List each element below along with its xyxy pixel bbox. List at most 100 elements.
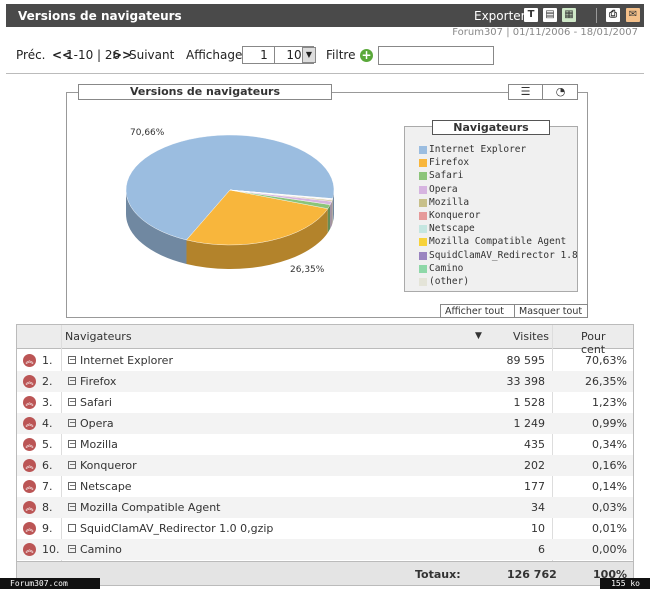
text-export-icon[interactable]: T	[524, 8, 538, 22]
row-visits: 202	[524, 459, 545, 472]
toolbar-separator	[596, 8, 597, 23]
row-percent: 0,16%	[592, 459, 627, 472]
table-export-icon[interactable]: ▤	[543, 8, 557, 22]
row-percent: 0,01%	[592, 522, 627, 535]
collapse-toggle-icon[interactable]: −	[68, 503, 76, 511]
expand-up-icon[interactable]: ︽	[23, 543, 36, 556]
table-row[interactable]: ︽ 7. − Netscape 177 0,14%	[17, 476, 633, 497]
collapse-toggle-icon[interactable]: −	[68, 440, 76, 448]
pie-label-minor: 26,35%	[290, 265, 325, 275]
expand-up-icon[interactable]: ︽	[23, 501, 36, 514]
table-row[interactable]: ︽ 4. − Opera 1 249 0,99%	[17, 413, 633, 434]
legend-swatch	[419, 278, 427, 286]
row-browser-name[interactable]: SquidClamAV_Redirector 1.0 0,gzip	[80, 522, 273, 535]
expand-up-icon[interactable]: ︽	[23, 375, 36, 388]
expand-up-icon[interactable]: ︽	[23, 354, 36, 367]
page-title: Versions de navigateurs	[18, 9, 182, 23]
totals-label: Totaux:	[415, 568, 461, 581]
row-percent: 1,23%	[592, 396, 627, 409]
expand-up-icon[interactable]: ︽	[23, 438, 36, 451]
row-visits: 1 249	[513, 417, 546, 430]
chart-legend: Internet Explorer Firefox Safari Opera Mozil…	[404, 126, 578, 292]
table-row[interactable]: ︽ 10. − Camino 6 0,00%	[17, 539, 633, 560]
row-browser-name[interactable]: Safari	[80, 396, 112, 409]
row-rank: 2.	[42, 375, 53, 388]
hide-all-button[interactable]: Masquer tout	[519, 305, 582, 318]
collapse-toggle-icon[interactable]	[68, 524, 76, 532]
expand-up-icon[interactable]: ︽	[23, 522, 36, 535]
legend-label: Netscape	[429, 223, 475, 235]
next-link[interactable]: Suivant	[129, 48, 174, 62]
row-browser-name[interactable]: Camino	[80, 543, 122, 556]
table-row[interactable]: ︽ 6. − Konqueror 202 0,16%	[17, 455, 633, 476]
table-row[interactable]: ︽ 3. − Safari 1 528 1,23%	[17, 392, 633, 413]
row-browser-name[interactable]: Firefox	[80, 375, 116, 388]
row-percent: 0,00%	[592, 543, 627, 556]
legend-label: Internet Explorer	[429, 144, 527, 155]
title-bar: Versions de navigateurs Exporter T ▤ ▦ ⎙…	[6, 4, 644, 27]
pie-view-button[interactable]: ◔	[544, 85, 577, 99]
legend-swatch	[419, 159, 427, 168]
row-percent: 0,03%	[592, 501, 627, 514]
expand-up-icon[interactable]: ︽	[23, 396, 36, 409]
print-icon[interactable]: ⎙	[606, 8, 620, 22]
column-header-browser[interactable]: Navigateurs	[65, 330, 132, 343]
row-visits: 10	[531, 522, 545, 535]
display-label: Affichage	[186, 48, 243, 62]
table-row[interactable]: ︽ 5. − Mozilla 435 0,34%	[17, 434, 633, 455]
row-browser-name[interactable]: Internet Explorer	[80, 354, 173, 367]
email-icon[interactable]: ✉	[626, 8, 640, 22]
legend-title: Navigateurs	[432, 120, 550, 135]
expand-up-icon[interactable]: ︽	[23, 417, 36, 430]
pie-label-major: 70,66%	[130, 128, 165, 138]
legend-swatch	[419, 225, 427, 234]
excel-export-icon[interactable]: ▦	[562, 8, 576, 22]
legend-swatch	[419, 172, 427, 181]
table-row[interactable]: ︽ 1. − Internet Explorer 89 595 70,63%	[17, 350, 633, 371]
legend-label: Opera	[429, 183, 458, 195]
collapse-toggle-icon[interactable]: −	[68, 356, 76, 364]
table-row[interactable]: ︽ 2. − Firefox 33 398 26,35%	[17, 371, 633, 392]
table-view-button[interactable]: ☰	[509, 85, 543, 99]
table-row[interactable]: ︽ 8. − Mozilla Compatible Agent 34 0,03%	[17, 497, 633, 518]
row-browser-name[interactable]: Opera	[80, 417, 114, 430]
show-all-button[interactable]: Afficher tout	[445, 305, 504, 318]
chart-view-toggle: ☰ ◔	[508, 84, 578, 100]
row-rank: 7.	[42, 480, 53, 493]
row-percent: 0,99%	[592, 417, 627, 430]
legend-label: SquidClamAV_Redirector 1.8	[429, 249, 578, 261]
row-percent: 0,34%	[592, 438, 627, 451]
collapse-toggle-icon[interactable]: −	[68, 419, 76, 427]
expand-up-icon[interactable]: ︽	[23, 459, 36, 472]
row-rank: 4.	[42, 417, 53, 430]
row-percent: 26,35%	[585, 375, 627, 388]
legend-label: Firefox	[429, 157, 470, 169]
export-label: Exporter	[474, 9, 526, 23]
row-rank: 1.	[42, 354, 53, 367]
legend-label: Camino	[429, 262, 464, 274]
collapse-toggle-icon[interactable]: −	[68, 398, 76, 406]
row-rank: 6.	[42, 459, 53, 472]
row-visits: 1 528	[513, 396, 546, 409]
row-browser-name[interactable]: Konqueror	[80, 459, 137, 472]
add-filter-icon[interactable]: +	[360, 49, 373, 62]
collapse-toggle-icon[interactable]: −	[68, 545, 76, 553]
expand-up-icon[interactable]: ︽	[23, 480, 36, 493]
row-browser-name[interactable]: Mozilla	[80, 438, 118, 451]
chart-panel-title: Versions de navigateurs	[78, 84, 332, 100]
legend-buttons: Afficher tout Masquer tout	[440, 304, 588, 318]
row-browser-name[interactable]: Netscape	[80, 480, 132, 493]
sort-desc-icon[interactable]: ▼	[475, 331, 482, 341]
size-footer: 155 ko	[600, 578, 650, 589]
filter-input[interactable]	[378, 46, 494, 65]
row-rank: 10.	[42, 543, 60, 556]
chevron-down-icon[interactable]: ▼	[302, 47, 316, 63]
collapse-toggle-icon[interactable]: −	[68, 377, 76, 385]
prev-link[interactable]: Préc.	[16, 48, 46, 62]
table-row[interactable]: ︽ 9. SquidClamAV_Redirector 1.0 0,gzip 10 0,…	[17, 518, 633, 539]
row-percent: 70,63%	[585, 354, 627, 367]
row-browser-name[interactable]: Mozilla Compatible Agent	[80, 501, 220, 514]
collapse-toggle-icon[interactable]: −	[68, 461, 76, 469]
collapse-toggle-icon[interactable]: −	[68, 482, 76, 490]
column-header-visits[interactable]: Visites	[513, 330, 549, 343]
